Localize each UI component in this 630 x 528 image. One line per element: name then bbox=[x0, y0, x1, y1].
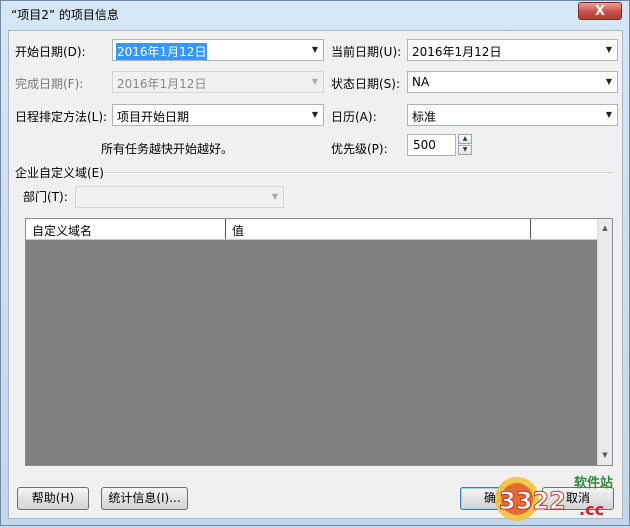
scroll-up-icon[interactable]: ▲ bbox=[598, 221, 612, 236]
scroll-down-icon[interactable]: ▼ bbox=[598, 448, 612, 463]
custom-fields-table[interactable]: 自定义域名 值 ▲ ▼ bbox=[25, 218, 613, 466]
enterprise-fields-label: 企业自定义域(E) bbox=[15, 166, 104, 180]
current-date-value[interactable]: 2016年1月12日 bbox=[412, 43, 501, 60]
status-date-value[interactable]: NA bbox=[412, 75, 429, 89]
statistics-button[interactable]: 统计信息(I)... bbox=[101, 487, 188, 510]
calendar-label: 日历(A): bbox=[331, 110, 377, 124]
department-label: 部门(T): bbox=[23, 190, 68, 204]
schedule-from-value[interactable]: 项目开始日期 bbox=[117, 108, 189, 125]
current-date-label: 当前日期(U): bbox=[331, 45, 402, 59]
watermark-domain: .cc bbox=[579, 500, 604, 519]
chevron-down-icon: ▼ bbox=[311, 77, 319, 86]
priority-label: 优先级(P): bbox=[331, 142, 388, 156]
chevron-down-icon: ▼ bbox=[271, 192, 279, 201]
vertical-scrollbar[interactable]: ▲ ▼ bbox=[597, 219, 612, 465]
chevron-down-icon[interactable]: ▼ bbox=[604, 77, 614, 87]
section-divider bbox=[104, 172, 614, 174]
start-date-value[interactable]: 2016年1月12日 bbox=[116, 43, 208, 60]
window-title: “项目2” 的项目信息 bbox=[11, 8, 119, 22]
chevron-down-icon[interactable]: ▼ bbox=[310, 110, 320, 120]
column-header-field-name[interactable]: 自定义域名 bbox=[26, 219, 226, 239]
spin-down-icon[interactable]: ▼ bbox=[458, 145, 472, 155]
schedule-from-combo[interactable]: 项目开始日期 ▼ bbox=[112, 104, 324, 126]
dialog-window: “项目2” 的项目信息 X 开始日期(D): 2016年1月12日 ▼ 完成日期… bbox=[0, 0, 630, 526]
chevron-down-icon[interactable]: ▼ bbox=[310, 45, 320, 55]
table-header: 自定义域名 值 bbox=[26, 219, 600, 240]
title-bar[interactable]: “项目2” 的项目信息 X bbox=[1, 1, 629, 25]
chevron-down-icon[interactable]: ▼ bbox=[604, 45, 614, 55]
department-combo: ▼ bbox=[75, 186, 284, 208]
priority-value[interactable]: 500 bbox=[413, 138, 436, 152]
finish-date-label: 完成日期(F): bbox=[15, 77, 84, 91]
calendar-combo[interactable]: 标准 ▼ bbox=[407, 104, 618, 126]
status-date-combo[interactable]: NA ▼ bbox=[407, 71, 618, 93]
chevron-down-icon[interactable]: ▼ bbox=[604, 110, 614, 120]
status-date-label: 状态日期(S): bbox=[331, 77, 401, 91]
watermark-graphic: 3322 软件站 .cc bbox=[495, 475, 613, 521]
help-button[interactable]: 帮助(H) bbox=[17, 487, 89, 510]
column-header-value[interactable]: 值 bbox=[226, 219, 531, 239]
start-date-label: 开始日期(D): bbox=[15, 45, 86, 59]
current-date-combo[interactable]: 2016年1月12日 ▼ bbox=[407, 39, 618, 61]
watermark-logo: 3322 软件站 .cc bbox=[479, 467, 629, 525]
schedule-from-label: 日程排定方法(L): bbox=[15, 110, 108, 124]
watermark-site: 软件站 bbox=[574, 475, 613, 491]
priority-input[interactable]: 500 bbox=[407, 134, 456, 156]
start-date-combo[interactable]: 2016年1月12日 ▼ bbox=[112, 39, 324, 61]
watermark-brand: 3322 bbox=[499, 487, 566, 515]
calendar-value[interactable]: 标准 bbox=[412, 108, 436, 125]
finish-date-value: 2016年1月12日 bbox=[117, 77, 207, 91]
finish-date-combo: 2016年1月12日 ▼ bbox=[112, 71, 324, 93]
schedule-note: 所有任务越快开始越好。 bbox=[101, 142, 234, 156]
dialog-body: 开始日期(D): 2016年1月12日 ▼ 完成日期(F): 2016年1月12… bbox=[8, 30, 623, 519]
close-icon: X bbox=[594, 4, 606, 19]
close-button[interactable]: X bbox=[578, 2, 622, 20]
spin-up-icon[interactable]: ▲ bbox=[458, 134, 472, 144]
